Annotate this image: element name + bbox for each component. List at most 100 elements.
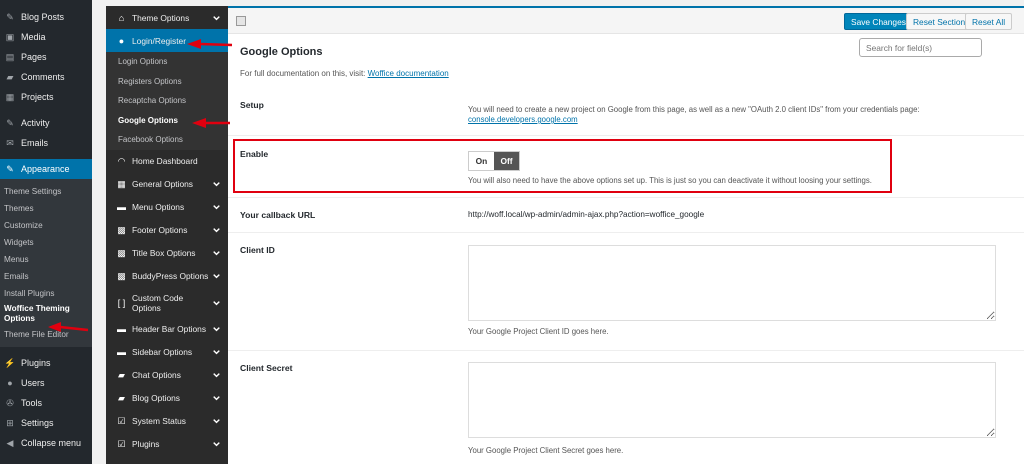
reset-section-button[interactable]: Reset Section (906, 13, 973, 30)
appearance-sub-theme-settings[interactable]: Theme Settings (0, 183, 92, 200)
blog-icon: ▰ (118, 392, 125, 403)
chevron-down-icon (213, 300, 220, 305)
theme-options-label: Theme Options (132, 12, 190, 23)
wp-menu-appearance[interactable]: ✎ Appearance (0, 159, 92, 179)
theme-menu-home-dashboard[interactable]: ◠ Home Dashboard (106, 150, 228, 173)
theme-menu-footer-options[interactable]: ▩ Footer Options (106, 219, 228, 242)
doc-link[interactable]: Woffice documentation (368, 69, 449, 78)
wp-menu-comments[interactable]: ▰ Comments (0, 67, 92, 87)
theme-menu-buddypress-options[interactable]: ▩ BuddyPress Options (106, 265, 228, 288)
wp-menu-label: Settings (21, 418, 54, 428)
login-sub-registers-options[interactable]: Registers Options (106, 72, 228, 92)
toggle-on[interactable]: On (469, 152, 494, 170)
appearance-sub-woffice-theming-options[interactable]: Woffice Theming Options (0, 302, 70, 326)
setup-row: Setup You will need to create a new proj… (228, 92, 1024, 136)
theme-menu-login-register[interactable]: ● Login/Register (106, 29, 228, 52)
wp-menu-plugins[interactable]: ⚡ Plugins (0, 353, 92, 373)
footer-icon: ▩ (117, 224, 126, 235)
wp-menu-label: Tools (21, 398, 43, 408)
wp-menu-media[interactable]: ▣ Media (0, 27, 92, 47)
appearance-sub-menus[interactable]: Menus (0, 251, 92, 268)
theme-menu-label: Header Bar Options (132, 324, 207, 334)
chevron-down-icon (213, 251, 220, 256)
theme-menu-custom-code-options[interactable]: [ ] Custom Code Options (106, 288, 228, 318)
status-icon: ☑ (117, 415, 126, 426)
appearance-sub-widgets[interactable]: Widgets (0, 234, 92, 251)
theme-menu-label: System Status (132, 416, 186, 426)
wp-menu-blog-posts[interactable]: ✎ Blog Posts (0, 7, 92, 27)
login-sub-login-options[interactable]: Login Options (106, 52, 228, 72)
setup-label: Setup (240, 100, 264, 110)
wp-menu-users[interactable]: ● Users (0, 373, 92, 393)
theme-menu-theme-options[interactable]: ⌂ Theme Options (106, 6, 228, 29)
chevron-down-icon (213, 327, 220, 332)
email-icon: ✉ (6, 137, 14, 148)
appearance-sub-customize[interactable]: Customize (0, 217, 92, 234)
chevron-down-icon (213, 419, 220, 424)
login-sub-google-options[interactable]: Google Options (106, 111, 228, 131)
pages-icon: ▤ (5, 51, 15, 62)
collapse-icon: ◀ (6, 437, 14, 448)
appearance-sub-theme-file-editor[interactable]: Theme File Editor (0, 326, 92, 343)
wp-menu-tools[interactable]: ✇ Tools (0, 393, 92, 413)
save-changes-button[interactable]: Save Changes (844, 13, 913, 30)
wp-menu-projects[interactable]: ▦ Projects (0, 87, 92, 107)
theme-menu-header-bar-options[interactable]: ▬ Header Bar Options (106, 318, 228, 341)
theme-menu-general-options[interactable]: ▦ General Options (106, 173, 228, 196)
appearance-sub-themes[interactable]: Themes (0, 200, 92, 217)
wp-menu-appearance-label: Appearance (21, 164, 70, 174)
expand-icon[interactable] (236, 16, 246, 26)
chevron-down-icon (213, 274, 220, 279)
theme-menu-label: Title Box Options (132, 248, 196, 258)
login-sub-recaptcha-options[interactable]: Recaptcha Options (106, 91, 228, 111)
client-id-label: Client ID (240, 245, 275, 255)
theme-menu-blog-options[interactable]: ▰ Blog Options (106, 387, 228, 410)
wp-menu-activity[interactable]: ✎ Activity (0, 113, 92, 133)
theme-menu-sidebar-options[interactable]: ▬ Sidebar Options (106, 341, 228, 364)
toggle-off[interactable]: Off (494, 152, 519, 170)
theme-menu-plugins[interactable]: ☑ Plugins (106, 433, 228, 456)
client-secret-field[interactable] (468, 362, 996, 438)
plugins-check-icon: ☑ (117, 438, 126, 449)
search-input[interactable] (859, 38, 982, 57)
client-id-field[interactable] (468, 245, 996, 321)
theme-menu-label: Home Dashboard (132, 156, 198, 166)
wp-menu-label: Projects (21, 92, 54, 102)
reset-all-button[interactable]: Reset All (965, 13, 1013, 30)
appearance-sub-install-plugins[interactable]: Install Plugins (0, 285, 92, 302)
wp-menu-pages[interactable]: ▤ Pages (0, 47, 92, 67)
theme-menu-label: Menu Options (132, 202, 185, 212)
activity-icon: ✎ (6, 117, 14, 128)
login-sub-facebook-options[interactable]: Facebook Options (106, 130, 228, 150)
code-icon: [ ] (117, 297, 126, 308)
theme-menu-chat-options[interactable]: ▰ Chat Options (106, 364, 228, 387)
theme-menu-system-status[interactable]: ☑ System Status (106, 410, 228, 433)
section-title: Google Options (240, 46, 323, 58)
wp-menu-emails[interactable]: ✉ Emails (0, 133, 92, 153)
chevron-down-icon (213, 15, 220, 20)
theme-menu-menu-options[interactable]: ▬ Menu Options (106, 196, 228, 219)
wp-menu-settings[interactable]: ⊞ Settings (0, 413, 92, 433)
theme-menu-title-box-options[interactable]: ▩ Title Box Options (106, 242, 228, 265)
theme-menu-label: Plugins (132, 439, 160, 449)
projects-icon: ▦ (5, 91, 15, 102)
theme-menu-label: General Options (132, 179, 193, 189)
chevron-down-icon (213, 396, 220, 401)
user-icon: ● (118, 35, 125, 46)
client-id-desc: Your Google Project Client ID goes here. (468, 327, 609, 336)
grid-icon: ▦ (117, 178, 126, 189)
doc-note: For full documentation on this, visit: W… (240, 69, 449, 78)
pin-icon: ✎ (6, 11, 14, 22)
google-console-link[interactable]: console.developers.google.com (468, 115, 578, 124)
wp-menu-label: Collapse menu (21, 438, 82, 448)
main-panel: Save Changes Reset Section Reset All Goo… (228, 8, 1024, 464)
header-icon: ▬ (117, 324, 126, 334)
theme-menu-label: BuddyPress Options (132, 271, 209, 281)
wp-menu-collapse-menu[interactable]: ◀ Collapse menu (0, 433, 92, 453)
theme-menu-label: Footer Options (132, 225, 188, 235)
enable-toggle[interactable]: On Off (468, 151, 520, 171)
dashboard-icon: ◠ (117, 155, 126, 166)
chevron-down-icon (213, 373, 220, 378)
appearance-sub-emails[interactable]: Emails (0, 268, 92, 285)
media-icon: ▣ (5, 31, 15, 42)
